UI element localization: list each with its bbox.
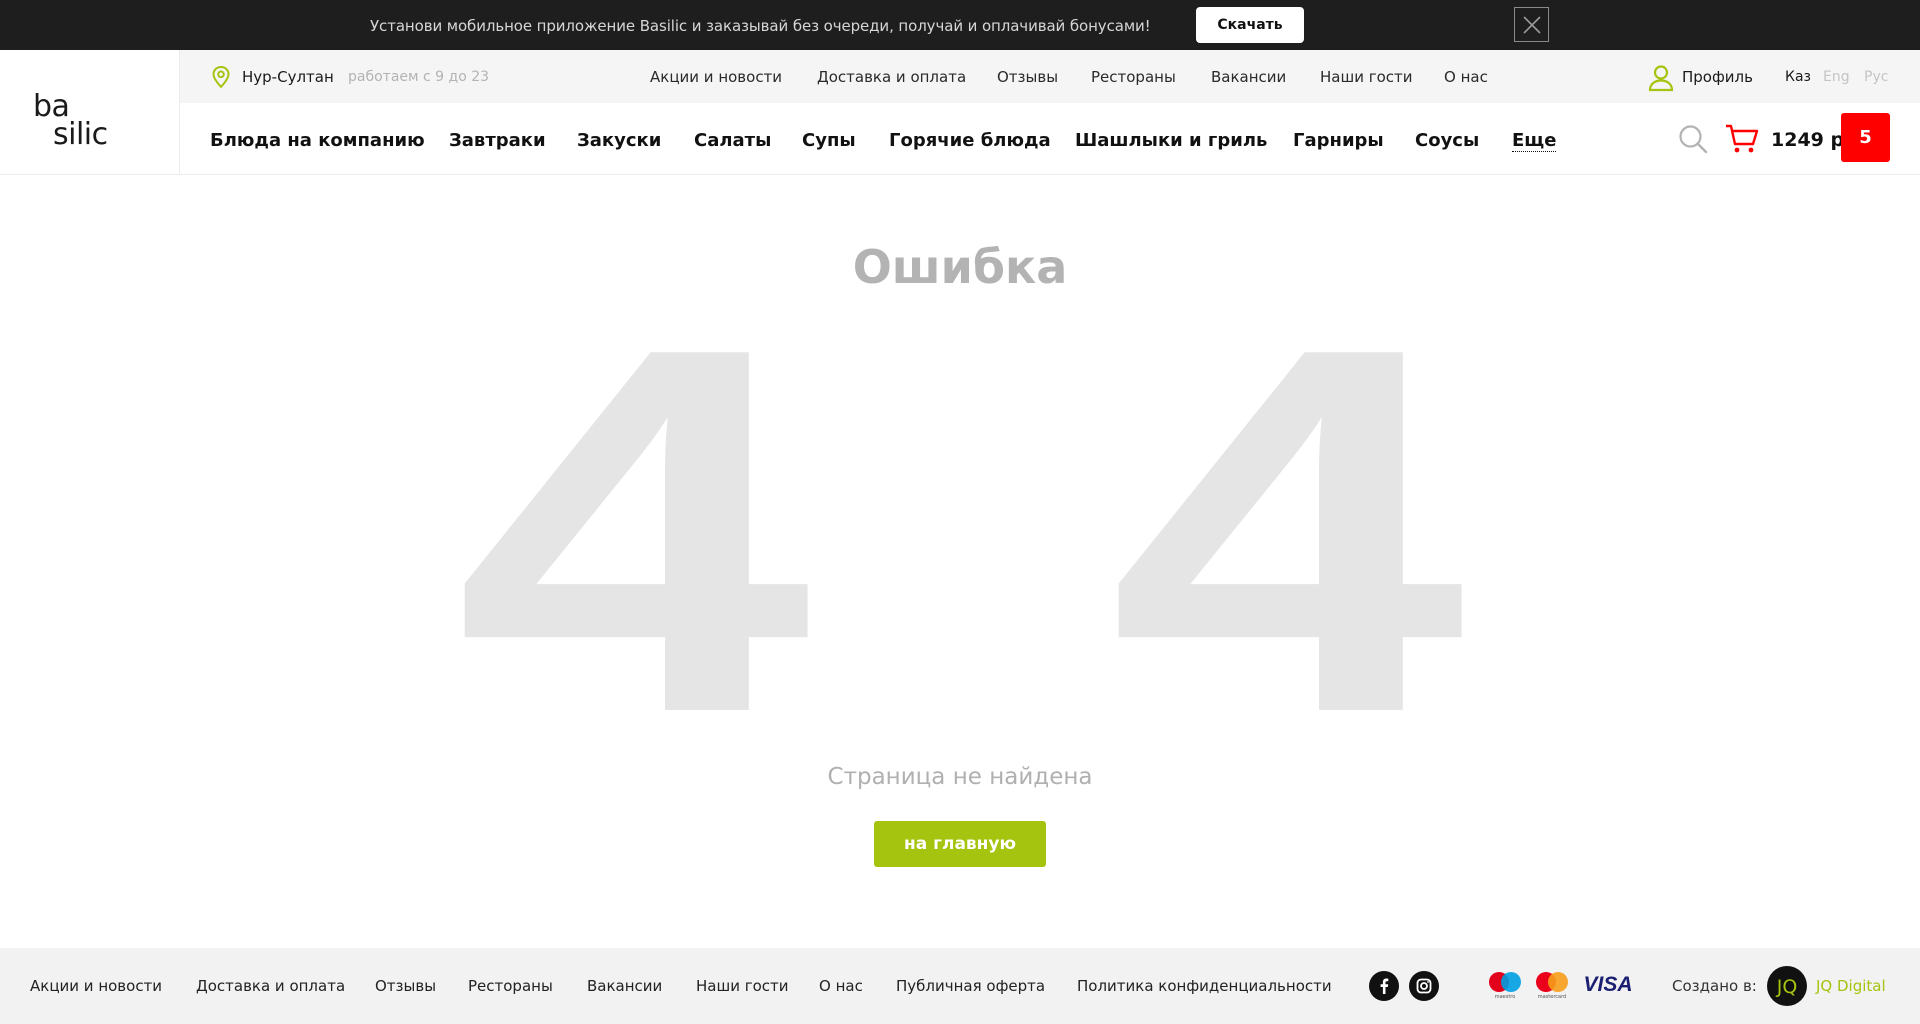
facebook-link[interactable]: [1369, 971, 1399, 1001]
nav-item-salads[interactable]: Салаты: [694, 130, 771, 151]
visa-icon: VISA: [1583, 973, 1632, 996]
nav-item-breakfast[interactable]: Завтраки: [449, 130, 546, 151]
top-link-promotions[interactable]: Акции и новости: [650, 68, 782, 86]
cart-count-badge[interactable]: 5: [1841, 113, 1890, 162]
close-icon: [1522, 15, 1541, 34]
footer-link-vacancies[interactable]: Вакансии: [587, 977, 662, 995]
footer-link-promotions[interactable]: Акции и новости: [30, 977, 162, 995]
nav-more[interactable]: Еще: [1512, 130, 1557, 152]
top-link-delivery[interactable]: Доставка и оплата: [817, 68, 966, 86]
top-link-guests[interactable]: Наши гости: [1320, 68, 1413, 86]
footer-link-delivery[interactable]: Доставка и оплата: [196, 977, 345, 995]
footer-link-restaurants[interactable]: Рестораны: [468, 977, 553, 995]
nav-item-hot-dishes[interactable]: Горячие блюда: [889, 130, 1051, 151]
facebook-icon: [1380, 978, 1389, 994]
instagram-icon: [1416, 978, 1432, 994]
cart-icon[interactable]: [1725, 123, 1759, 155]
go-home-button[interactable]: на главную: [874, 821, 1046, 867]
close-banner-button[interactable]: [1514, 7, 1549, 42]
top-link-vacancies[interactable]: Вакансии: [1211, 68, 1286, 86]
jq-digital-logo-icon[interactable]: JQ: [1766, 965, 1808, 1007]
agency-name[interactable]: JQ Digital: [1816, 977, 1886, 995]
download-app-button[interactable]: Скачать: [1196, 7, 1304, 43]
footer-link-guests[interactable]: Наши гости: [696, 977, 789, 995]
nav-item-grill[interactable]: Шашлыки и гриль: [1075, 130, 1267, 151]
search-icon[interactable]: [1678, 124, 1708, 154]
error-message: Страница не найдена: [827, 764, 1093, 790]
instagram-link[interactable]: [1409, 971, 1439, 1001]
location-pin-icon: [212, 65, 230, 89]
footer-link-offer[interactable]: Публичная оферта: [896, 977, 1045, 995]
error-title: Ошибка: [852, 240, 1068, 294]
maestro-text: maestro: [1495, 994, 1516, 1000]
user-icon: [1648, 65, 1674, 92]
nav-item-soups[interactable]: Супы: [802, 130, 856, 151]
error-code-digit-right: 4: [1109, 330, 1465, 712]
maestro-icon: maestro: [1489, 972, 1521, 1000]
lang-rus[interactable]: Рус: [1864, 69, 1888, 85]
error-digit-right-text: 4: [1109, 330, 1465, 712]
cart-total[interactable]: 1249 р: [1771, 129, 1844, 151]
footer-link-privacy[interactable]: Политика конфиденциальности: [1077, 977, 1332, 995]
error-code-digit-left: 4: [455, 330, 811, 712]
nav-item-sides[interactable]: Гарниры: [1293, 130, 1384, 151]
city-selector[interactable]: Нур-Султан: [242, 68, 334, 86]
banner-text: Установи мобильное приложение Basilic и …: [370, 17, 1151, 35]
visa-text: VISA: [1583, 973, 1632, 996]
profile-link[interactable]: Профиль: [1682, 68, 1753, 86]
error-digit-left-text: 4: [455, 330, 811, 712]
lang-kaz[interactable]: Каз: [1785, 69, 1811, 85]
nav-item-snacks[interactable]: Закуски: [577, 130, 661, 151]
footer-link-about[interactable]: О нас: [819, 977, 863, 995]
working-hours: работаем с 9 до 23: [348, 69, 490, 85]
top-link-reviews[interactable]: Отзывы: [997, 68, 1058, 86]
top-link-about[interactable]: О нас: [1444, 68, 1488, 86]
mastercard-text: mastercard: [1538, 994, 1566, 1000]
jq-logo-text: JQ: [1776, 976, 1798, 998]
made-by-label: Создано в:: [1672, 977, 1757, 995]
app-promo-banner: Установи мобильное приложение Basilic и …: [0, 0, 1920, 50]
top-link-restaurants[interactable]: Рестораны: [1091, 68, 1176, 86]
nav-item-sauces[interactable]: Соусы: [1415, 130, 1479, 151]
lang-eng[interactable]: Eng: [1823, 69, 1850, 85]
logo-line-2: silic: [53, 117, 108, 152]
mastercard-icon: mastercard: [1536, 972, 1568, 1000]
nav-item-company-dishes[interactable]: Блюда на компанию: [210, 130, 425, 151]
footer-link-reviews[interactable]: Отзывы: [375, 977, 436, 995]
logo[interactable]: ba silic: [0, 50, 180, 175]
